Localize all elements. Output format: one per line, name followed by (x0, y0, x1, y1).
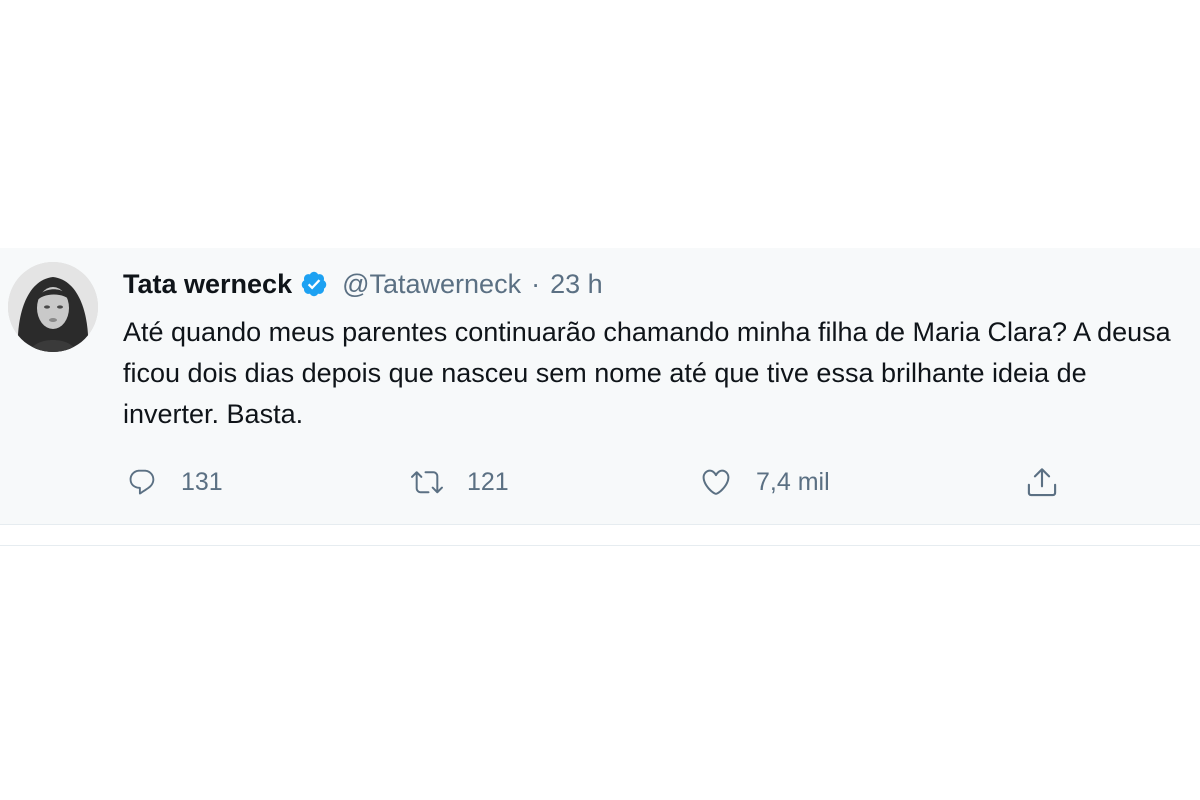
retweet-count: 121 (467, 467, 509, 496)
tweet-actions: 131 121 7,4 mil (123, 460, 1073, 504)
section-divider (0, 545, 1200, 546)
share-button[interactable] (1025, 460, 1059, 504)
reply-button[interactable]: 131 (127, 460, 223, 504)
heart-icon (702, 469, 730, 495)
tweet-header: Tata werneck @Tatawerneck · 23 h (123, 264, 603, 304)
retweet-arrows-icon (411, 471, 443, 494)
reply-count: 131 (181, 467, 223, 496)
separator-dot: · (531, 268, 541, 299)
share-upload-icon (1027, 468, 1057, 497)
tweet-card[interactable]: Tata werneck @Tatawerneck · 23 h Até qua… (0, 248, 1200, 525)
like-count: 7,4 mil (756, 467, 830, 496)
verified-badge-icon (301, 271, 327, 297)
like-button[interactable]: 7,4 mil (700, 460, 830, 504)
timestamp[interactable]: 23 h (550, 269, 603, 300)
avatar[interactable] (8, 262, 98, 352)
display-name[interactable]: Tata werneck (123, 269, 292, 300)
tweet-text: Até quando meus parentes continuarão cha… (123, 317, 1171, 429)
user-handle[interactable]: @Tatawerneck (342, 269, 521, 300)
reply-bubble-icon (129, 469, 155, 495)
retweet-button[interactable]: 121 (411, 460, 509, 504)
avatar-photo (8, 262, 98, 352)
